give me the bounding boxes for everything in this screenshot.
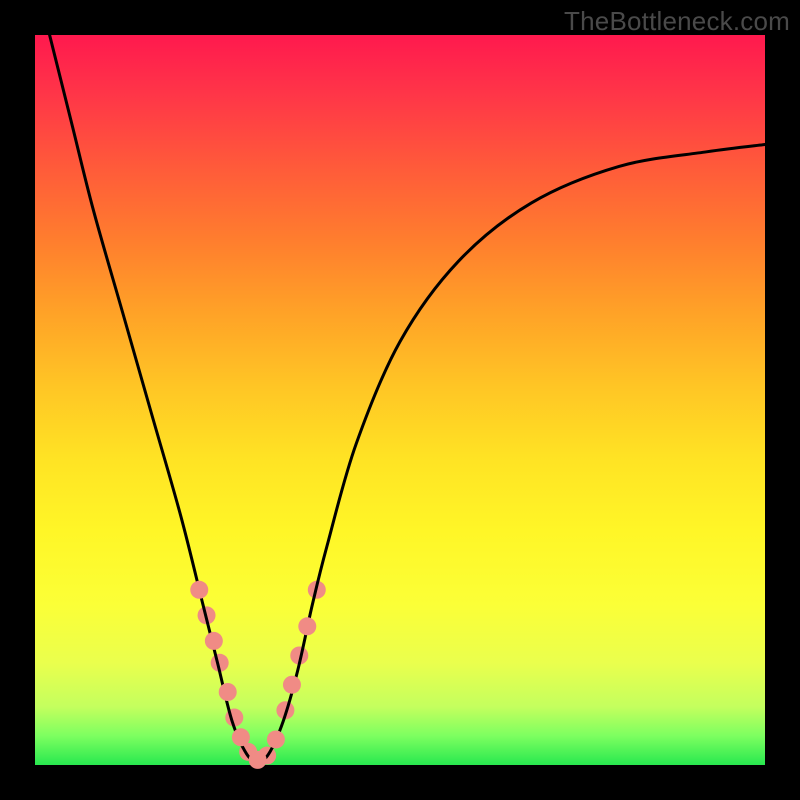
marker-dot — [190, 581, 208, 599]
curve-path — [50, 35, 765, 761]
watermark-text: TheBottleneck.com — [564, 6, 790, 37]
marker-dot — [219, 683, 237, 701]
chart-frame: TheBottleneck.com — [0, 0, 800, 800]
marker-dot — [298, 617, 316, 635]
marker-dot — [283, 676, 301, 694]
plot-area — [35, 35, 765, 765]
marker-dot — [232, 728, 250, 746]
marker-dot — [249, 751, 267, 769]
chart-svg — [35, 35, 765, 765]
marker-group-behind — [198, 581, 326, 765]
marker-dot — [267, 730, 285, 748]
marker-dot — [205, 632, 223, 650]
